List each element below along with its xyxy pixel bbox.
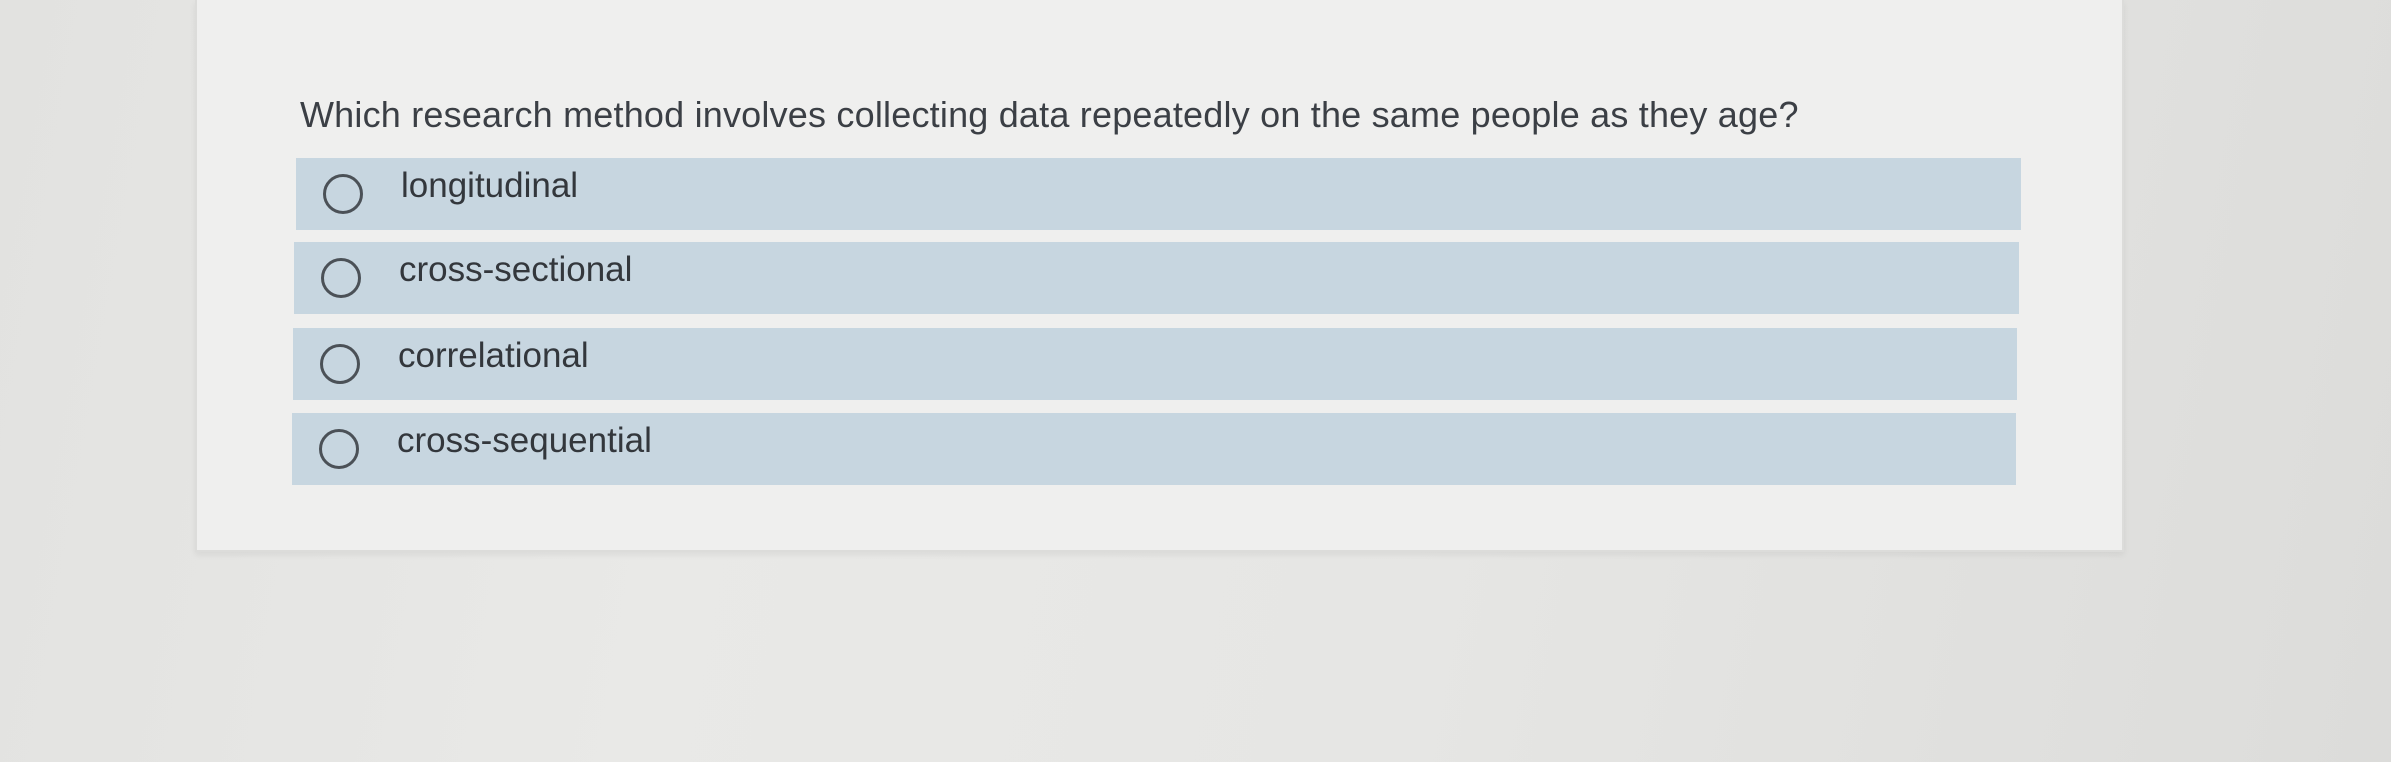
answer-option-label: longitudinal [401, 166, 579, 205]
answer-option-label: cross-sequential [397, 421, 652, 460]
answer-option-correlational[interactable]: correlational [293, 328, 2017, 400]
radio-button[interactable] [319, 429, 359, 469]
answer-option-label: cross-sectional [399, 250, 633, 289]
answer-option-cross-sectional[interactable]: cross-sectional [294, 242, 2019, 314]
answer-option-cross-sequential[interactable]: cross-sequential [292, 413, 2016, 485]
page: Which research method involves collectin… [0, 0, 2391, 762]
radio-button[interactable] [321, 258, 361, 298]
question-text: Which research method involves collectin… [300, 94, 1799, 135]
radio-button[interactable] [320, 344, 360, 384]
answer-option-longitudinal[interactable]: longitudinal [296, 158, 2021, 230]
radio-button[interactable] [323, 174, 363, 214]
answer-option-label: correlational [398, 336, 589, 375]
